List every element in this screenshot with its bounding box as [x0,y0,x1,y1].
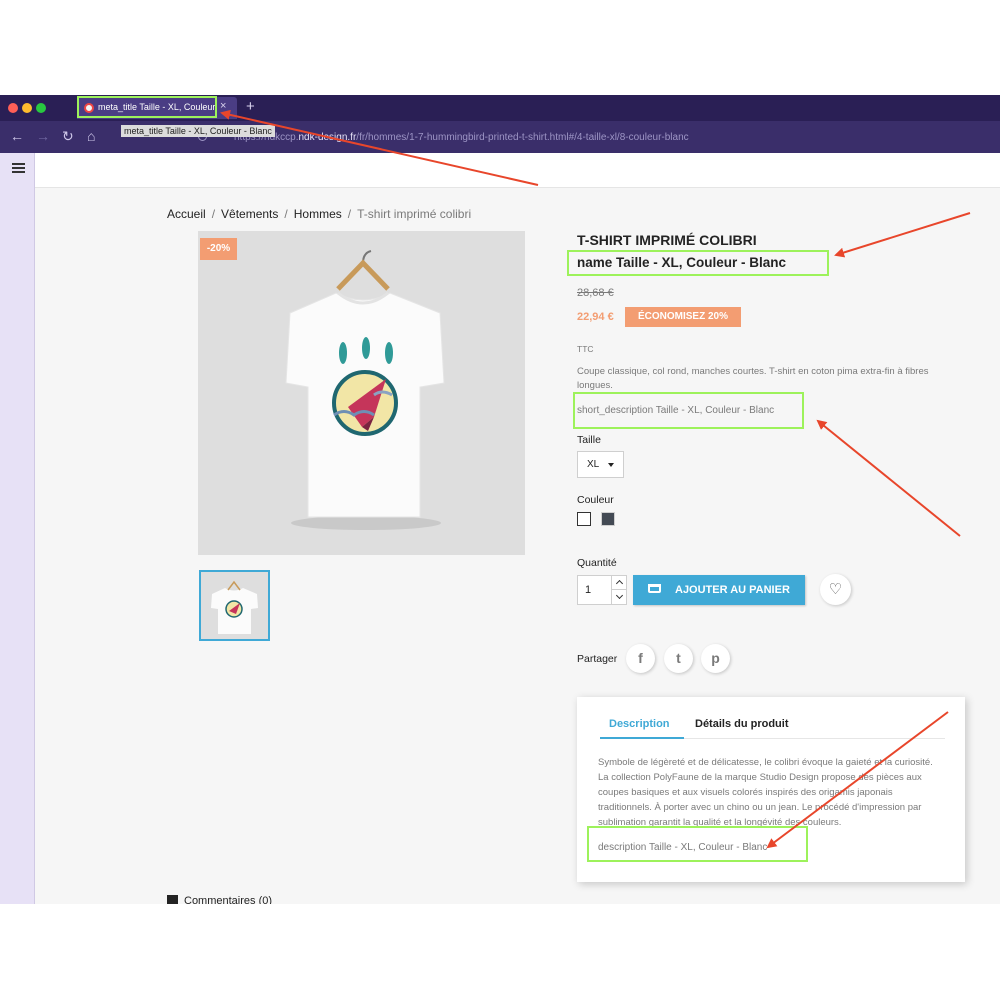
long-description: Symbole de légèreté et de délicatesse, l… [598,757,933,828]
menu-icon[interactable] [12,163,25,173]
window-minimize-icon[interactable] [22,103,32,113]
new-tab-icon[interactable]: + [246,98,255,115]
breadcrumb-item-accueil[interactable]: Accueil [167,207,206,221]
tab-product-details[interactable]: Détails du produit [695,718,789,730]
discount-label: ÉCONOMISEZ 20% [625,307,741,327]
size-select[interactable]: XL [577,451,624,478]
arrow-to-short-description [816,419,961,537]
window-close-icon[interactable] [8,103,18,113]
quantity-value[interactable]: 1 [585,584,591,596]
heart-icon: ♡ [828,581,843,598]
description-field: description Taille - XL, Couleur - Blanc [598,842,768,853]
add-to-cart-label: AJOUTER AU PANIER [675,584,790,596]
tax-label: TTC [577,344,594,354]
cart-icon [648,584,661,593]
sale-price: 22,94 € [577,311,614,323]
quantity-decrease-button[interactable] [611,590,627,604]
url-domain: ndk-design.fr [298,132,357,143]
quantity-stepper[interactable]: 1 [577,575,627,605]
tshirt-illustration [285,250,445,530]
comments-section[interactable]: Commentaires (0) [167,895,272,904]
quantity-increase-button[interactable] [611,576,627,590]
pinterest-icon: p [711,650,720,666]
breadcrumb-separator: / [211,207,216,221]
breadcrumb-separator: / [284,207,288,221]
tab-description[interactable]: Description [609,718,670,730]
forward-icon[interactable]: → [36,129,50,143]
wishlist-button[interactable]: ♡ [820,574,851,605]
left-rail [0,153,35,904]
product-name-field: name Taille - XL, Couleur - Blanc [577,255,787,270]
tab-highlight-box [77,96,217,118]
share-label: Partager [577,653,618,665]
window-zoom-icon[interactable] [36,103,46,113]
reload-icon[interactable]: ↻ [62,129,74,143]
add-to-cart-button[interactable]: AJOUTER AU PANIER [633,575,805,605]
address-bar[interactable]: https://ndkccp.ndk-design.fr/fr/hommes/1… [234,132,689,143]
breadcrumb-item-hommes[interactable]: Hommes [294,207,342,221]
product-thumbnail[interactable] [199,570,270,641]
discount-badge: -20% [200,238,237,260]
back-icon[interactable]: ← [10,129,24,143]
color-swatch-black[interactable] [601,512,615,526]
caret-down-icon [608,463,614,467]
size-select-value: XL [587,459,600,470]
arrow-to-name [834,212,971,258]
site-header [35,153,1000,188]
product-summary: Coupe classique, col rond, manches court… [577,366,929,391]
home-icon[interactable]: ⌂ [87,129,95,143]
screenshot: meta_title Taille - XL, Couleur × + ← → … [0,95,1000,904]
quantity-label: Quantité [577,557,617,569]
product-main-image[interactable] [198,231,525,555]
product-tabs: Description Détails du produit Symbole d… [577,697,965,882]
active-tab-indicator [600,737,684,739]
chevron-down-icon [615,591,624,600]
url-path: /fr/hommes/1-7-hummingbird-printed-t-shi… [356,132,689,143]
tab-close-icon[interactable]: × [220,100,226,112]
tab-tooltip: meta_title Taille - XL, Couleur - Blanc [121,125,275,137]
facebook-icon: f [638,650,643,666]
chevron-up-icon [615,579,624,588]
pinterest-share-button[interactable]: p [701,644,730,673]
regular-price: 28,68 € [577,287,614,299]
breadcrumb: Accueil / Vêtements / Hommes / T-shirt imprimé… [167,207,471,221]
comments-label: Commentaires (0) [184,895,273,904]
thumbnail-illustration [211,580,258,634]
comment-icon [167,895,178,904]
product-title: T-SHIRT IMPRIMÉ COLIBRI [577,232,757,248]
color-swatch-white[interactable] [577,512,591,526]
size-label: Taille [577,434,601,446]
twitter-share-button[interactable]: t [664,644,693,673]
twitter-icon: t [676,650,681,666]
breadcrumb-separator: / [347,207,352,221]
breadcrumb-item-vetements[interactable]: Vêtements [221,207,278,221]
breadcrumb-current: T-shirt imprimé colibri [357,207,472,221]
color-label: Couleur [577,494,614,506]
short-description-field: short_description Taille - XL, Couleur -… [577,405,775,416]
facebook-share-button[interactable]: f [626,644,655,673]
